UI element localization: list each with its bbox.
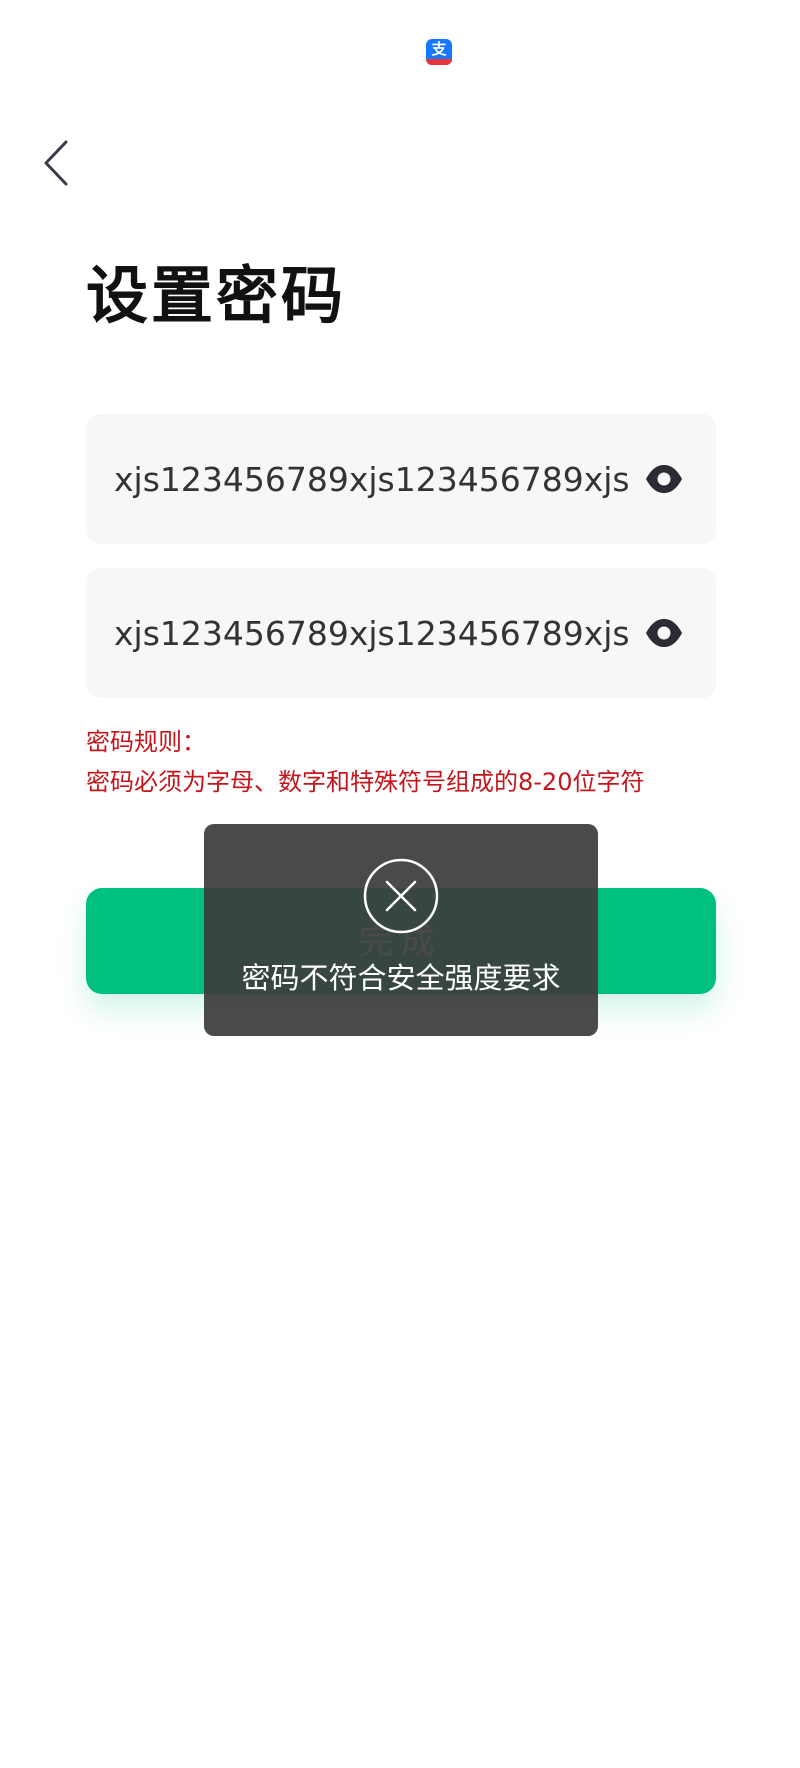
confirm-password-input[interactable]: [114, 568, 634, 698]
password-rules: 密码规则： 密码必须为字母、数字和特殊符号组成的8-20位字符: [86, 722, 644, 802]
error-toast: 密码不符合安全强度要求: [204, 824, 598, 1036]
page-title: 设置密码: [86, 259, 347, 332]
back-button[interactable]: [36, 138, 76, 188]
rules-heading: 密码规则：: [86, 728, 206, 756]
alipay-icon-glyph: 支: [431, 40, 447, 58]
alipay-icon: 支: [426, 39, 452, 65]
rules-text: 密码必须为字母、数字和特殊符号组成的8-20位字符: [86, 768, 645, 796]
password-input[interactable]: [114, 414, 634, 544]
password-field: [86, 414, 716, 544]
chevron-left-icon: [44, 140, 68, 186]
eye-icon[interactable]: [644, 460, 684, 498]
confirm-password-field: [86, 568, 716, 698]
close-circle-icon: [362, 857, 440, 935]
eye-icon[interactable]: [644, 614, 684, 652]
alipay-icon-stripe: [426, 59, 452, 65]
toast-message: 密码不符合安全强度要求: [241, 961, 561, 995]
